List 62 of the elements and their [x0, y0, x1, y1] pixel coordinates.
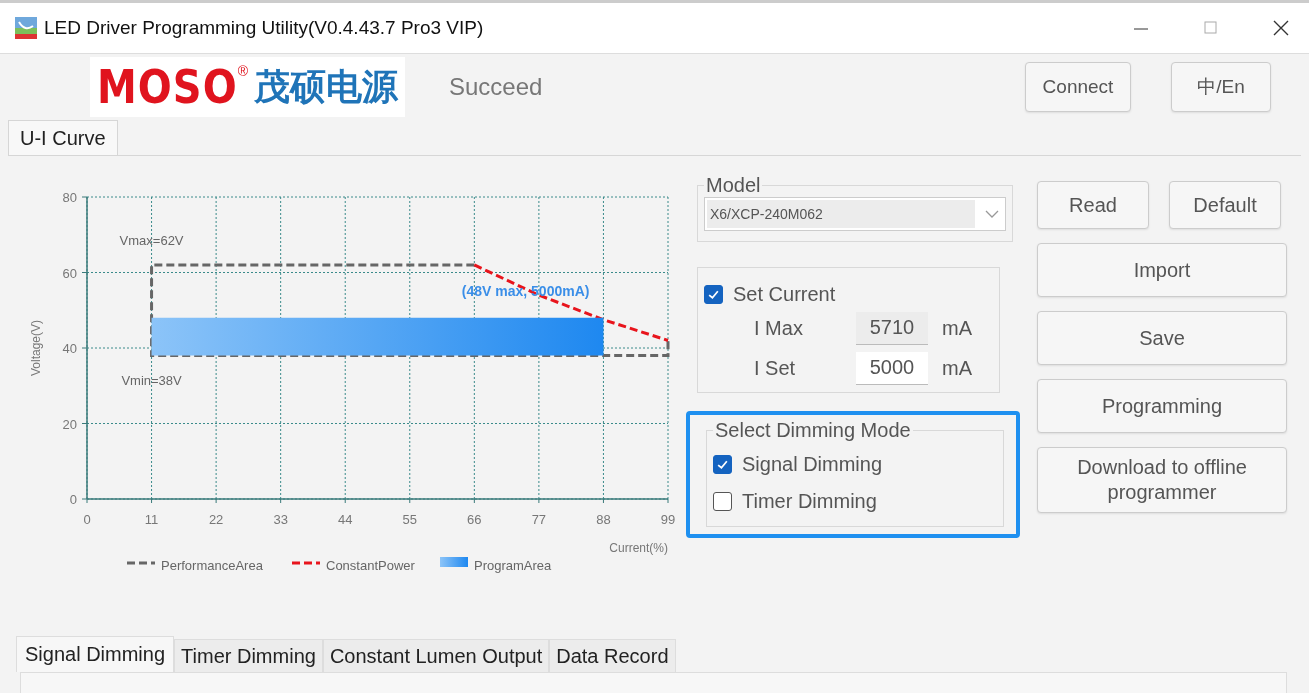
- tick-label: 40: [62, 341, 77, 356]
- tick-label: 22: [208, 512, 224, 527]
- tab[interactable]: U-I Curve: [8, 120, 118, 155]
- logo-name: 茂硕电源: [253, 64, 398, 109]
- checkbox-label: Signal Dimming: [742, 453, 883, 476]
- action-button[interactable]: Programming: [1037, 379, 1287, 433]
- connect-button[interactable]: Connect: [1025, 62, 1131, 112]
- check-icon: [716, 458, 729, 471]
- tick-label: 80: [62, 190, 77, 205]
- tick-label: 60: [62, 265, 77, 281]
- legend-swatch: [127, 561, 155, 565]
- tick-label: 77: [531, 512, 547, 527]
- action-button[interactable]: Read: [1037, 181, 1149, 229]
- group-label: Model: [705, 174, 762, 197]
- legend-label: ConstantPower: [326, 558, 415, 573]
- checkbox-label: Set Current: [733, 282, 836, 306]
- chevron-down-icon[interactable]: [985, 209, 999, 219]
- tab[interactable]: Data Record: [549, 639, 676, 672]
- action-button[interactable]: Save: [1037, 311, 1287, 365]
- group-label: Select Dimming Mode: [714, 419, 912, 442]
- legend-swatch: [440, 557, 468, 567]
- action-button[interactable]: Default: [1169, 181, 1281, 229]
- tick-label: 20: [62, 416, 77, 432]
- annotation-label: Vmin=38V: [121, 372, 182, 388]
- tick-label: 44: [338, 512, 353, 527]
- tick-label: 0: [83, 512, 91, 527]
- tab[interactable]: Signal Dimming: [16, 636, 175, 672]
- tab[interactable]: Constant Lumen Output: [322, 639, 550, 672]
- tick-label: 11: [144, 512, 159, 527]
- tick-label: 66: [467, 512, 482, 527]
- current-field[interactable]: 5000: [856, 351, 928, 385]
- app-icon: [14, 16, 38, 40]
- tab[interactable]: Timer Dimming: [174, 639, 323, 672]
- legend-label: PerformanceArea: [161, 558, 263, 573]
- legend-swatch: [292, 561, 320, 565]
- field-label: I Max: [754, 316, 804, 340]
- tick-label: 55: [402, 512, 417, 527]
- close-icon[interactable]: [1273, 20, 1289, 36]
- tick-label: 99: [660, 512, 676, 527]
- unit-label: mA: [942, 316, 972, 340]
- annotation-label: Vmax=62V: [119, 232, 184, 248]
- registered-mark: ®: [237, 63, 248, 79]
- status-text: Succeed: [449, 73, 543, 101]
- action-button[interactable]: Download to offline programmer: [1037, 447, 1287, 513]
- checkbox[interactable]: [704, 284, 723, 304]
- window-title: LED Driver Programming Utility(V0.4.43.7 Pro3 VIP): [44, 17, 484, 39]
- tick-label: 33: [273, 512, 288, 527]
- axis-title: Current(%): [609, 541, 668, 555]
- checkbox[interactable]: [713, 492, 732, 511]
- axis-title: Voltage(V): [29, 320, 43, 376]
- field-label: I Set: [754, 356, 797, 380]
- data-label: (48V max, 5000mA): [461, 282, 590, 299]
- tick-label: 0: [69, 492, 77, 507]
- unit-label: mA: [942, 356, 972, 380]
- tick-label: 88: [596, 512, 611, 527]
- model-dropdown[interactable]: X6/XCP-240M062: [704, 197, 1006, 231]
- legend-label: ProgramArea: [474, 558, 552, 573]
- logo-brand: MOSO: [97, 60, 238, 114]
- language-button[interactable]: 中/En: [1171, 62, 1271, 112]
- action-button[interactable]: Import: [1037, 243, 1287, 297]
- checkbox[interactable]: [713, 455, 732, 474]
- checkbox-label: Timer Dimming: [742, 490, 877, 513]
